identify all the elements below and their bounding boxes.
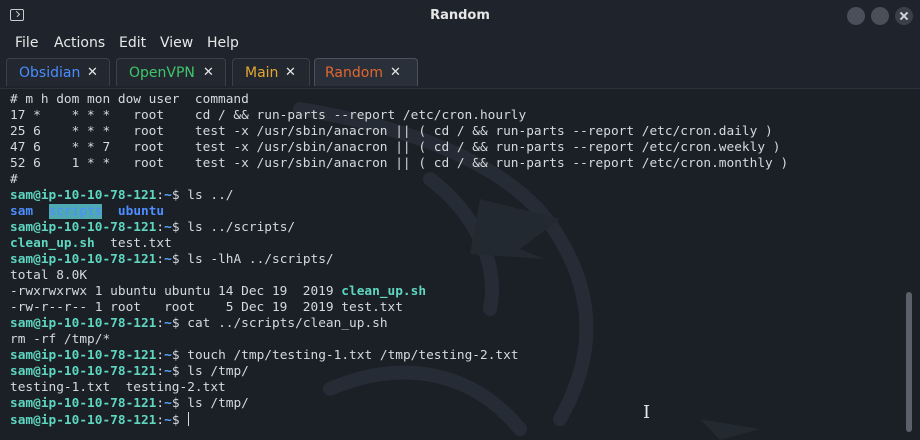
tab-bar: Obsidian ✕ OpenVPN ✕ Main ✕ Random ✕ (0, 56, 920, 89)
prompt-user: sam@ip-10-10-78-121 (10, 413, 157, 428)
prompt-colon: : (156, 316, 165, 331)
title-bar: Random (0, 0, 920, 32)
directory-name: sam (10, 204, 34, 219)
tab-close-icon[interactable]: ✕ (285, 65, 296, 80)
prompt-line: sam@ip-10-10-78-121:~$ ls -lhA ../script… (10, 252, 788, 268)
prompt-sign: $ (171, 220, 188, 235)
prompt-path: ~ (164, 396, 172, 411)
prompt-sign: $ (171, 348, 188, 363)
tab-main[interactable]: Main ✕ (232, 58, 310, 86)
prompt-colon: : (156, 396, 165, 411)
prompt-user: sam@ip-10-10-78-121 (10, 396, 157, 411)
executable-file: clean_up.sh (10, 236, 95, 251)
prompt-line: sam@ip-10-10-78-121:~$ ls /tmp/ (10, 364, 788, 380)
prompt-sign: $ (171, 413, 188, 428)
prompt-colon: : (156, 348, 165, 363)
prompt-path: ~ (164, 252, 172, 267)
tab-label: Random (325, 65, 383, 81)
prompt-path: ~ (164, 413, 172, 428)
prompt-line: sam@ip-10-10-78-121:~$ ls /tmp/ (10, 396, 788, 412)
prompt-path: ~ (164, 348, 172, 363)
command-text: ls ../ (187, 188, 234, 203)
menu-actions[interactable]: Actions (54, 35, 105, 51)
prompt-sign: $ (171, 188, 188, 203)
prompt-sign: $ (171, 252, 188, 267)
terminal-area[interactable]: # m h dom mon dow user command 17 * * * *… (0, 89, 900, 440)
output-line: 17 * * * * root cd / && run-parts --repo… (10, 108, 527, 123)
menu-file[interactable]: File (15, 35, 38, 51)
prompt-sign: $ (171, 364, 188, 379)
prompt-colon: : (156, 413, 165, 428)
directory-name: ubuntu (117, 204, 165, 219)
output-line: -rwxrwxrwx 1 ubuntu ubuntu 14 Dec 19 201… (10, 284, 788, 300)
prompt-sign: $ (171, 396, 188, 411)
output-line: 52 6 1 * * root test -x /usr/sbin/anacro… (10, 156, 789, 171)
tab-label: OpenVPN (129, 65, 195, 81)
tab-random[interactable]: Random ✕ (314, 58, 418, 86)
output-line: testing-1.txt testing-2.txt (10, 380, 226, 395)
minimize-button[interactable] (847, 7, 865, 25)
tab-openvpn[interactable]: OpenVPN ✕ (116, 58, 226, 86)
command-text: ls /tmp/ (187, 396, 249, 411)
menu-help[interactable]: Help (207, 35, 239, 51)
prompt-user: sam@ip-10-10-78-121 (10, 220, 157, 235)
prompt-colon: : (156, 220, 165, 235)
prompt-sign: $ (171, 316, 188, 331)
prompt-line: sam@ip-10-10-78-121:~$ cat ../scripts/cl… (10, 316, 788, 332)
prompt-line: sam@ip-10-10-78-121:~$ ls ../ (10, 188, 788, 204)
prompt-path: ~ (164, 316, 172, 331)
prompt-colon: : (156, 364, 165, 379)
prompt-user: sam@ip-10-10-78-121 (10, 364, 157, 379)
prompt-colon: : (156, 188, 165, 203)
menu-edit[interactable]: Edit (119, 35, 146, 51)
output-line: 47 6 * * 7 root test -x /usr/sbin/anacro… (10, 140, 781, 155)
mouse-ibeam-cursor-icon: I (643, 402, 651, 423)
text-cursor (188, 412, 190, 426)
directory-name: scripts (48, 204, 103, 219)
command-text: ls ../scripts/ (187, 220, 296, 235)
prompt-line: sam@ip-10-10-78-121:~$ ls ../scripts/ (10, 220, 788, 236)
prompt-path: ~ (164, 188, 172, 203)
prompt-line: sam@ip-10-10-78-121:~$ touch /tmp/testin… (10, 348, 788, 364)
prompt-path: ~ (164, 364, 172, 379)
tab-close-icon[interactable]: ✕ (390, 65, 401, 80)
prompt-user: sam@ip-10-10-78-121 (10, 348, 157, 363)
command-text: touch /tmp/testing-1.txt /tmp/testing-2.… (187, 348, 519, 363)
command-text: cat ../scripts/clean_up.sh (187, 316, 388, 331)
prompt-user: sam@ip-10-10-78-121 (10, 316, 157, 331)
menu-view[interactable]: View (160, 35, 193, 51)
command-text: ls -lhA ../scripts/ (187, 252, 334, 267)
prompt-colon: : (156, 252, 165, 267)
executable-file: clean_up.sh (341, 284, 427, 299)
tab-obsidian[interactable]: Obsidian ✕ (6, 58, 110, 86)
command-text: ls /tmp/ (187, 364, 249, 379)
output-line: -rw-r--r-- 1 root root 5 Dec 19 2019 tes… (10, 300, 403, 315)
prompt-path: ~ (164, 220, 172, 235)
tab-label: Main (245, 65, 279, 81)
output-text: test.txt (94, 236, 172, 251)
prompt-line: sam@ip-10-10-78-121:~$ (10, 412, 788, 428)
output-line: 25 6 * * * root test -x /usr/sbin/anacro… (10, 124, 773, 139)
maximize-button[interactable] (871, 7, 889, 25)
tab-close-icon[interactable]: ✕ (203, 65, 214, 80)
menu-bar: File Actions Edit View Help (0, 32, 920, 56)
tab-label: Obsidian (19, 65, 81, 81)
output-text: -rwxrwxrwx 1 ubuntu ubuntu 14 Dec 19 201… (10, 284, 342, 299)
window-title: Random (430, 8, 490, 23)
output-line: clean_up.sh test.txt (10, 236, 788, 252)
terminal-output: # m h dom mon dow user command 17 * * * *… (10, 92, 788, 428)
close-window-button[interactable] (895, 7, 913, 25)
scrollbar-thumb[interactable] (906, 292, 912, 432)
output-line: total 8.0K (10, 268, 88, 283)
prompt-user: sam@ip-10-10-78-121 (10, 252, 157, 267)
tab-close-icon[interactable]: ✕ (87, 65, 98, 80)
output-line: rm -rf /tmp/* (10, 332, 111, 347)
output-line: # m h dom mon dow user command (10, 92, 249, 107)
prompt-user: sam@ip-10-10-78-121 (10, 188, 157, 203)
output-line: # (10, 172, 18, 187)
output-line: sam scripts ubuntu (10, 204, 788, 220)
